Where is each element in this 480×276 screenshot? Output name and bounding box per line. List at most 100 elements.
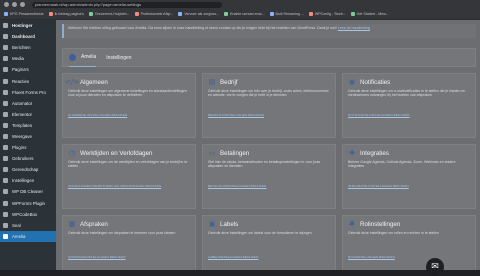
bookmark-item[interactable]: Bulk Renaming ... bbox=[269, 12, 304, 16]
bookmark-item[interactable]: KPG Preaanesthesie bbox=[4, 12, 44, 16]
sidebar-item-hostinger[interactable]: Hostinger bbox=[0, 20, 56, 31]
tab-instellingen[interactable]: Instellingen bbox=[106, 48, 131, 67]
card-description: Stel hier de valuta, betaalmethoden en b… bbox=[208, 160, 321, 169]
sidebar-item-templates[interactable]: Templates bbox=[0, 120, 56, 131]
sidebar-item-seal[interactable]: Seal bbox=[0, 220, 56, 231]
card-header: ✱ Rolinstellingen bbox=[348, 220, 470, 228]
sidebar-item-label: Hostinger bbox=[12, 23, 33, 29]
wpforms-icon bbox=[3, 200, 8, 206]
sidebar-item-weergave[interactable]: Weergave bbox=[0, 131, 56, 142]
card-title: Werktijden en Verlofdagen bbox=[80, 149, 153, 157]
form-icon bbox=[3, 89, 8, 95]
bookmark-item[interactable]: Enable unread ema... bbox=[224, 12, 265, 16]
sidebar-item-reacties[interactable]: Reacties bbox=[0, 75, 56, 86]
sidebar-item-pagina-s[interactable]: Pagina's bbox=[0, 64, 56, 75]
forward-icon[interactable] bbox=[12, 2, 17, 7]
sidebar-item-amelia[interactable]: Amelia bbox=[0, 230, 56, 242]
puzzle-icon: ✚ bbox=[349, 149, 355, 157]
back-icon[interactable] bbox=[4, 2, 9, 7]
card-title: Afspraken bbox=[80, 220, 108, 228]
code-icon: </> bbox=[64, 78, 80, 86]
template-icon bbox=[3, 122, 8, 128]
card-description: Gebruik deze instellingen om info over j… bbox=[208, 89, 329, 98]
card-link[interactable]: AFSPRAAKINSTELLINGEN BEKIJKEN bbox=[68, 255, 126, 259]
bookmark-item[interactable]: Vervoer als zorgvoo... bbox=[178, 12, 219, 16]
page-icon bbox=[3, 67, 8, 73]
sidebar-item-wp-db-cleaner[interactable]: WP DB Cleaner bbox=[0, 186, 56, 197]
sidebar-item-label: Dashboard bbox=[12, 34, 35, 40]
code-icon bbox=[3, 211, 8, 217]
card-link[interactable]: INTEGRATIE-INSTELLINGEN BEKIJKEN bbox=[348, 184, 409, 188]
sidebar-item-automator[interactable]: Automator bbox=[0, 98, 56, 109]
sidebar-item-label: Seal bbox=[12, 222, 21, 228]
sidebar-item-label: WPCodeBox bbox=[12, 211, 38, 217]
sidebar-item-label: Plugins bbox=[12, 145, 27, 151]
bookmark-label: Professionele Afsp... bbox=[140, 12, 174, 16]
card-link[interactable]: LABELINSTELLINGEN BEKIJKEN bbox=[208, 255, 258, 259]
sidebar-item-label: WPForms Plugin bbox=[12, 200, 45, 206]
card-link[interactable]: BEDRIJFSINSTELLINGEN BEKIJKEN bbox=[208, 113, 264, 117]
card-header: </> Algemeen bbox=[64, 78, 190, 86]
bookmark-item[interactable]: Onroerend-Hulpbeh... bbox=[88, 12, 130, 16]
sidebar-item-plugins[interactable]: Plugins bbox=[0, 142, 56, 153]
automator-icon bbox=[3, 100, 8, 106]
card-title: Betalingen bbox=[220, 149, 250, 157]
sidebar-item-gereedschap[interactable]: Gereedschap bbox=[0, 164, 56, 175]
tab-label: Instellingen bbox=[106, 54, 132, 61]
plugin-icon bbox=[3, 145, 8, 151]
settings-card: ▦ Afspraken Gebruik deze instellingen om a… bbox=[62, 215, 196, 270]
settings-card: ◷ Werktijden en Verlofdagen Gebruik deze i… bbox=[62, 144, 196, 209]
main-content: Welkom! We hebben uitleg gebouwd voor Am… bbox=[56, 20, 480, 270]
card-link[interactable]: NOTIFICATIE-INSTELLINGEN BEKIJKEN bbox=[348, 113, 410, 117]
bookmark-label: Get Started - Minu... bbox=[356, 12, 389, 16]
card-link[interactable]: ROLINSTELLINGEN BEKIJKEN bbox=[348, 255, 395, 259]
sidebar-item-label: Reacties bbox=[12, 78, 30, 84]
sidebar-item-elementor[interactable]: Elementor bbox=[0, 109, 56, 120]
sidebar-item-label: Templates bbox=[12, 122, 33, 128]
sidebar-item-label: Gereedschap bbox=[12, 167, 39, 173]
bookmark-item[interactable]: Ik bedrag pagina's bbox=[48, 12, 84, 16]
card-title: Rolinstellingen bbox=[360, 220, 401, 228]
bookmark-item[interactable]: Professionele Afsp... bbox=[134, 12, 174, 16]
sidebar-item-media[interactable]: Media bbox=[0, 53, 56, 64]
reload-icon[interactable] bbox=[20, 2, 25, 7]
notice-link[interactable]: Lees de handleiding bbox=[338, 26, 370, 30]
tab-amelia[interactable]: Amelia bbox=[69, 48, 97, 67]
address-bar-row: plannermaak.nl/wp-admin/admin.php?page=a… bbox=[0, 0, 480, 9]
comment-icon bbox=[3, 78, 8, 84]
bookmark-icon bbox=[308, 12, 313, 16]
chat-bubble-button[interactable]: ✉ bbox=[426, 258, 444, 276]
bell-icon: ◉ bbox=[348, 78, 356, 86]
card-header: ▤ Bedrijf bbox=[208, 78, 330, 86]
tab-label: Amelia bbox=[81, 54, 97, 60]
bookmark-icon bbox=[224, 12, 229, 16]
sidebar-item-dashboard[interactable]: Dashboard bbox=[0, 31, 56, 42]
bookmark-item[interactable]: WPConfig - Sturti... bbox=[308, 12, 346, 16]
notice-text: Welkom! We hebben uitleg gebouwd voor Am… bbox=[68, 26, 370, 30]
settings-card: ▭ Betalingen Stel hier de valuta, betaalme… bbox=[202, 144, 336, 209]
sidebar-item-fluent-forms-pro[interactable]: Fluent Forms Pro bbox=[0, 87, 56, 98]
sidebar-item-instellingen[interactable]: Instellingen bbox=[0, 175, 56, 186]
elementor-icon bbox=[3, 111, 8, 117]
address-bar[interactable]: plannermaak.nl/wp-admin/admin.php?page=a… bbox=[32, 1, 222, 8]
sidebar-item-gebruikers[interactable]: Gebruikers bbox=[0, 153, 56, 164]
amelia-icon bbox=[3, 233, 8, 239]
bookmark-icon bbox=[269, 12, 274, 16]
settings-card: </> Algemeen Gebruik deze instellingen om … bbox=[62, 73, 196, 138]
card-link[interactable]: BETALINGSINSTELLINGEN BEKIJKEN bbox=[208, 184, 266, 188]
bookmark-item[interactable]: Get Started - Minu... bbox=[350, 12, 389, 16]
sidebar-item-wpcodebox[interactable]: WPCodeBox bbox=[0, 209, 56, 220]
bookmark-icon bbox=[48, 12, 53, 16]
sidebar-item-berichten[interactable]: Berichten bbox=[0, 42, 56, 53]
card-title: Integraties bbox=[360, 149, 389, 157]
card-link[interactable]: INSTELLINGEN WERKTIJDEN EN VERLOFDAGEN B… bbox=[68, 184, 161, 188]
sidebar-item-wpforms-plugin[interactable]: WPForms Plugin bbox=[0, 198, 56, 209]
sidebar-item-label: Weergave bbox=[12, 133, 32, 139]
card-link[interactable]: ALGEMENE INSTELLINGEN BEKIJKEN bbox=[68, 113, 127, 117]
amelia-icon bbox=[69, 53, 76, 61]
settings-card: ▣ Labels Gebruik deze instellingen om labe… bbox=[202, 215, 336, 270]
bookmark-label: Bulk Renaming ... bbox=[275, 12, 304, 16]
sidebar-item-label: WP DB Cleaner bbox=[12, 189, 43, 195]
card-description: Beheer Google Agenda, Outlook Agenda, Zo… bbox=[348, 160, 456, 169]
bookmarks-bar: KPG Preaanesthesie Ik bedrag pagina's Onro… bbox=[0, 9, 480, 20]
